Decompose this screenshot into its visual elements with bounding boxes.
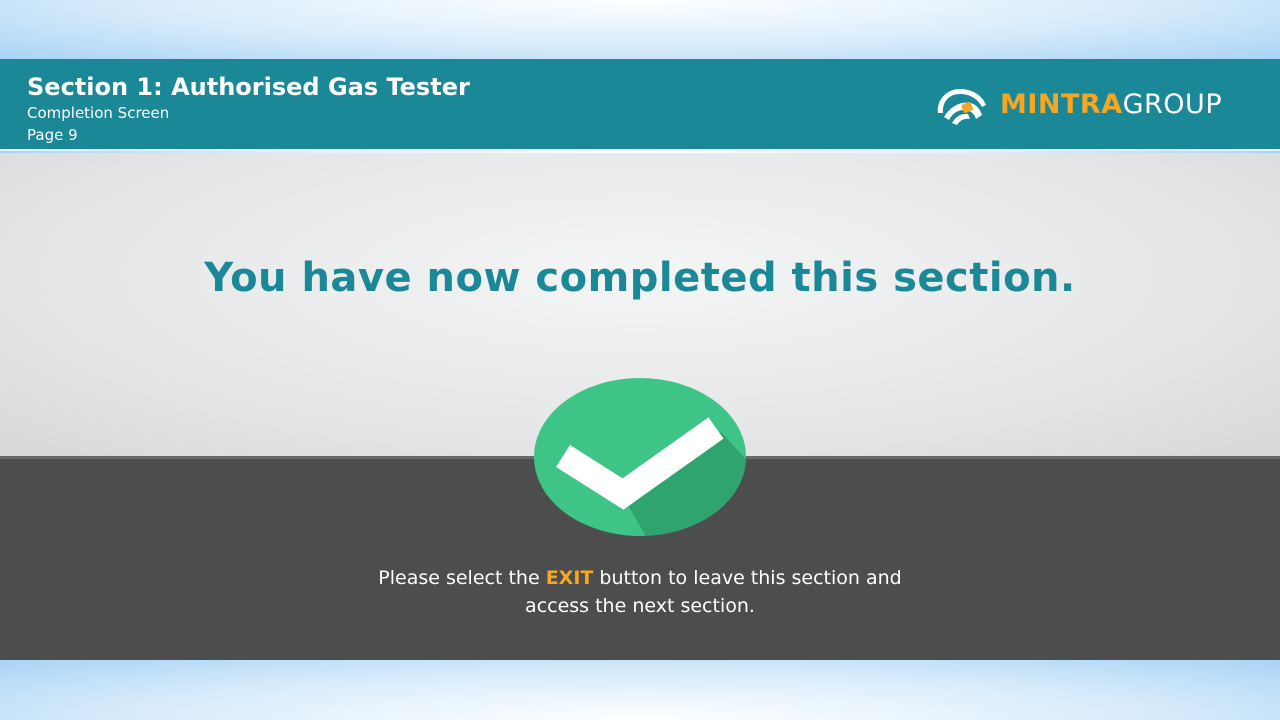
page-number: Page 9: [27, 126, 78, 144]
course-slide: Section 1: Authorised Gas Tester Complet…: [0, 59, 1280, 660]
mintra-hand-logo-icon: [937, 89, 986, 125]
exit-keyword: EXIT: [545, 567, 594, 589]
logo-text-mintra: MINTRA: [1000, 89, 1123, 120]
logo-text-group: GROUP: [1122, 89, 1223, 120]
slide-header: Section 1: Authorised Gas Tester Complet…: [0, 59, 1280, 151]
instruction-text-end: button to leave this section and: [593, 567, 902, 589]
checkmark-circle-icon: [534, 378, 746, 536]
mintra-group-logo: MINTRAGROUP: [932, 83, 1252, 127]
background-frame-bottom: [0, 660, 1280, 720]
instruction-text-line2: access the next section.: [525, 595, 755, 617]
background-frame-top: [0, 0, 1280, 59]
instruction-text-start: Please select the: [378, 567, 546, 589]
screen-subtitle: Completion Screen: [27, 104, 170, 122]
completion-headline: You have now completed this section.: [204, 255, 1076, 301]
section-title: Section 1: Authorised Gas Tester: [27, 73, 470, 101]
logo-wordmark: MINTRAGROUP: [1000, 89, 1222, 120]
exit-instruction: Please select the EXIT button to leave t…: [0, 564, 1280, 620]
